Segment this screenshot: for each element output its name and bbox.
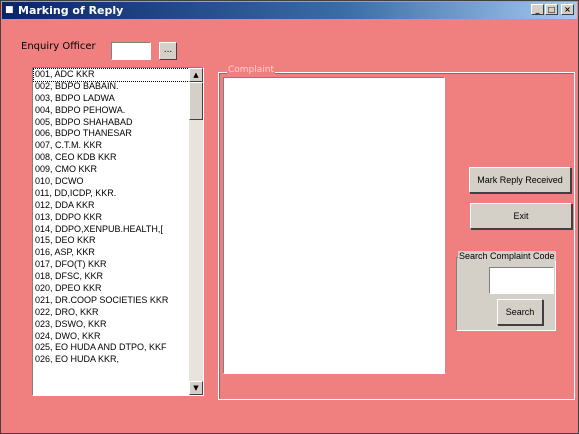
officer-list-item[interactable]: 013, DDPO KKR [34, 212, 191, 224]
scroll-down-arrow-icon[interactable]: ▼ [189, 381, 203, 395]
officer-list-item[interactable]: 018, DFSC, KKR [34, 271, 191, 283]
title-bar[interactable]: ■ Marking of Reply _ □ × [2, 2, 577, 19]
complaint-frame-caption: Complaint [227, 65, 276, 75]
officer-list-item[interactable]: 011, DD,ICDP, KKR. [34, 188, 191, 200]
officer-list-item[interactable]: 008, CEO KDB KKR [34, 152, 191, 164]
scroll-thumb[interactable] [189, 82, 203, 120]
maximize-button[interactable]: □ [545, 4, 558, 15]
minimize-button[interactable]: _ [531, 4, 544, 15]
officer-list-item[interactable]: 006, BDPO THANESAR [34, 128, 191, 140]
exit-button[interactable]: Exit [470, 203, 572, 229]
officer-list-item[interactable]: 020, DPEO KKR [34, 283, 191, 295]
list-scrollbar[interactable]: ▲ ▼ [189, 68, 203, 395]
officer-list[interactable]: 001, ADC KKR 002, BDPO BABAIN. 003, BDPO L… [32, 67, 204, 396]
search-complaint-caption: Search Complaint Code [458, 251, 556, 261]
search-button[interactable]: Search [497, 299, 543, 325]
enquiry-officer-browse-button[interactable]: ... [159, 42, 177, 60]
officer-list-item[interactable]: 001, ADC KKR [33, 68, 192, 82]
officer-list-item[interactable]: 024, DWO, KKR [34, 331, 191, 343]
officer-list-item[interactable]: 003, BDPO LADWA [34, 93, 191, 105]
app-icon: ■ [5, 5, 14, 15]
officer-list-item[interactable]: 012, DDA KKR [34, 200, 191, 212]
officer-list-item[interactable]: 007, C.T.M. KKR [34, 140, 191, 152]
officer-list-item[interactable]: 022, DRO, KKR [34, 307, 191, 319]
officer-list-item[interactable]: 002, BDPO BABAIN. [34, 81, 191, 93]
officer-list-item[interactable]: 016, ASP, KKR [34, 247, 191, 259]
officer-list-item[interactable]: 021, DR.COOP SOCIETIES KKR [34, 295, 191, 307]
enquiry-officer-input[interactable] [111, 42, 151, 60]
officer-list-item[interactable]: 004, BDPO PEHOWA. [34, 105, 191, 117]
complaint-textbox[interactable] [223, 77, 445, 374]
officer-list-item[interactable]: 023, DSWO, KKR [34, 319, 191, 331]
officer-list-item[interactable]: 017, DFO(T) KKR [34, 259, 191, 271]
officer-list-item[interactable]: 005, BDPO SHAHABAD [34, 117, 191, 129]
officer-list-item[interactable]: 025, EO HUDA AND DTPO, KKF [34, 342, 191, 354]
window-controls: _ □ × [531, 4, 574, 15]
officer-items: 001, ADC KKR 002, BDPO BABAIN. 003, BDPO L… [33, 68, 192, 366]
officer-list-item[interactable]: 026, EO HUDA KKR, [34, 354, 191, 366]
window-title: Marking of Reply [18, 4, 124, 17]
officer-list-item[interactable]: 010, DCWO [34, 176, 191, 188]
scroll-up-arrow-icon[interactable]: ▲ [189, 68, 203, 82]
mark-reply-received-button[interactable]: Mark Reply Received [469, 167, 571, 193]
main-window: ■ Marking of Reply _ □ × Enquiry Officer… [0, 0, 579, 434]
officer-list-item[interactable]: 009, CMO KKR [34, 164, 191, 176]
officer-list-item[interactable]: 015, DEO KKR [34, 235, 191, 247]
close-button[interactable]: × [561, 4, 574, 15]
complaint-code-input[interactable] [489, 267, 554, 294]
enquiry-officer-label: Enquiry Officer [21, 41, 96, 52]
officer-list-item[interactable]: 014, DDPO,XENPUB.HEALTH,[ [34, 224, 191, 236]
